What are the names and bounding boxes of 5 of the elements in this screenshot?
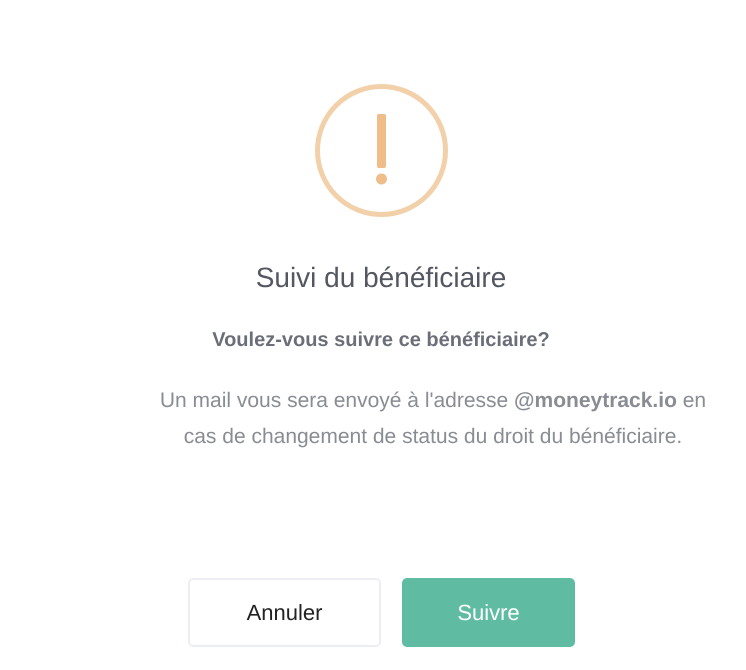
question-text: Voulez-vous suivre ce bénéficiaire?: [212, 328, 550, 353]
warning-icon: [314, 83, 449, 218]
message-text: Un mail vous sera envoyé à l'adresse @moneytrack.io en cas de changement de status du droit du bénéficiaire.: [158, 388, 708, 450]
cancel-button[interactable]: Annuler: [188, 578, 381, 647]
dialog-title: Suivi du bénéficiaire: [256, 261, 506, 295]
